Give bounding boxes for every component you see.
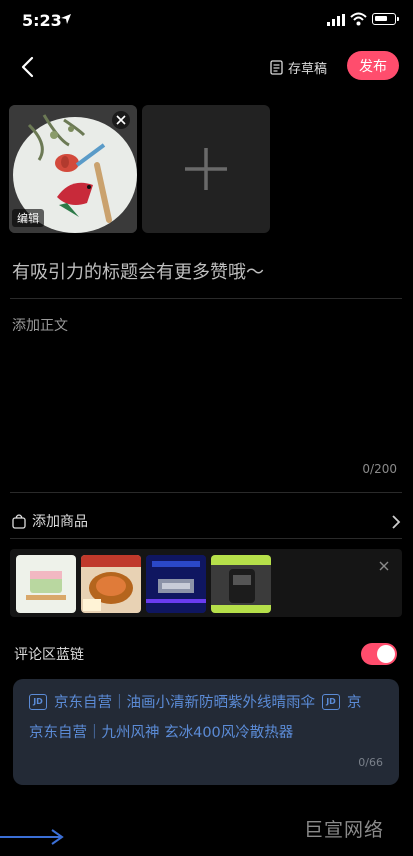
add-product-label: 添加商品 [32,514,88,530]
blue-link-char-count: 0/66 [358,756,383,769]
title-input[interactable]: 有吸引力的标题会有更多赞哦～ [12,258,264,284]
shopping-bag-icon [12,514,26,529]
blue-link-line[interactable]: 京东自营｜九州风神 玄冰400风冷散热器 [29,721,293,742]
product-thumbnail[interactable] [81,555,141,613]
body-input[interactable]: 添加正文 [12,315,68,335]
blue-link-line[interactable]: JD 京东自营｜油画小清新防晒紫外线晴雨伞 JD 京 [29,691,362,712]
jd-icon: JD [322,693,340,710]
food-product-image [81,555,141,611]
body-divider [10,492,402,493]
arrow-right-icon [51,829,64,845]
jd-icon: JD [29,693,47,710]
blue-link-box[interactable]: JD 京东自营｜油画小清新防晒紫外线晴雨伞 JD 京 京东自营｜九州风神 玄冰4… [13,679,399,785]
status-bar: 5:23 [0,0,413,44]
back-chevron-icon[interactable] [18,55,38,79]
plus-icon [185,148,227,190]
blue-link-text-overflow: 京 [347,695,362,711]
watermark: 巨宣网络 [304,819,385,841]
publish-button[interactable]: 发布 [347,51,399,80]
title-divider [10,298,402,299]
save-draft-label: 存草稿 [288,61,328,77]
close-icon [116,115,126,125]
location-arrow-icon [61,14,71,24]
save-draft-button[interactable]: 存草稿 [270,56,327,78]
purifier-product-image [211,555,271,613]
battery-icon [372,13,399,25]
comment-blue-link-toggle[interactable] [361,643,397,665]
document-icon [270,59,283,75]
product-thumbnail[interactable] [146,555,206,613]
close-recommendations-icon[interactable] [379,561,389,571]
product-divider [10,538,402,539]
product-thumbnail[interactable] [16,555,76,613]
wifi-icon [350,12,367,26]
cooler-product-image [146,555,206,613]
cake-product-image [26,571,66,600]
edit-photo-label[interactable]: 编辑 [12,209,44,227]
signal-icon [327,14,345,26]
body-char-count: 0/200 [362,462,397,476]
recommended-products [10,549,402,617]
status-time: 5:23 [22,11,62,30]
blue-link-text: 京东自营｜油画小清新防晒紫外线晴雨伞 [54,695,315,711]
add-photo-button[interactable] [142,105,270,233]
blue-link-text: 京东自营｜九州风神 玄冰400风冷散热器 [29,725,294,741]
product-thumbnail[interactable] [211,555,271,613]
add-product-row[interactable]: 添加商品 [12,511,88,531]
remove-photo-button[interactable] [112,111,130,129]
comment-blue-link-label: 评论区蓝链 [14,647,84,663]
chevron-right-icon[interactable] [391,514,401,530]
